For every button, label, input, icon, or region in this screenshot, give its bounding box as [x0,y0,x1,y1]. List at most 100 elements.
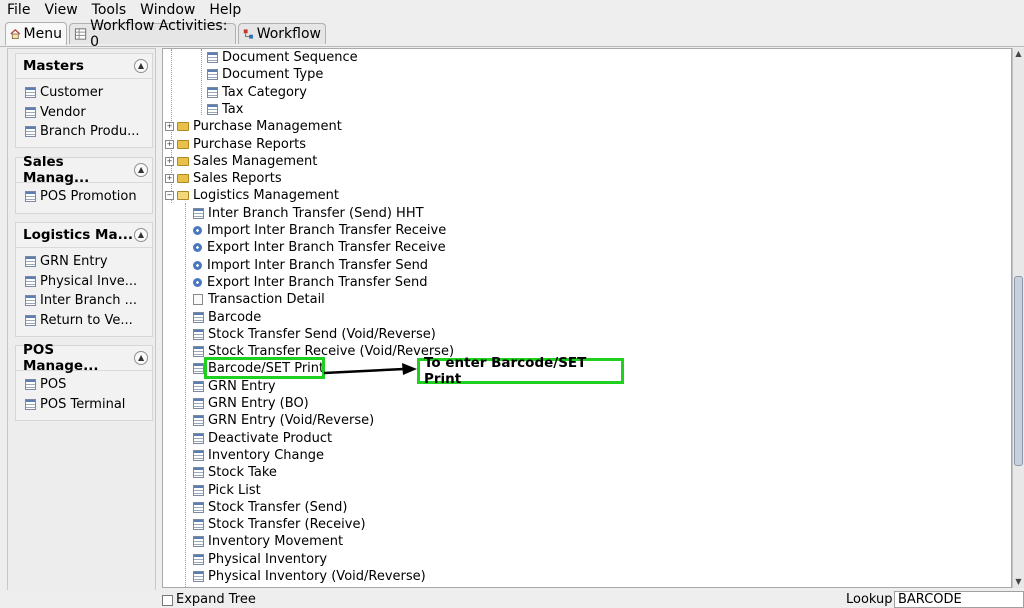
panel-title: Sales Manag... [23,154,90,186]
tree-folder[interactable]: − Logistics Management [165,187,339,204]
tree-folder[interactable]: + Sales Management [165,153,317,170]
tree-node[interactable]: Stock Transfer (Receive) [193,516,366,533]
document-icon [207,52,218,63]
expand-tree-checkbox[interactable] [162,595,173,606]
document-icon [193,328,204,340]
sidebar-item-customer[interactable]: Customer [16,83,152,103]
tab-workflow[interactable]: Workflow [238,23,326,44]
collapse-icon[interactable]: ▲ [134,163,148,177]
document-icon [193,415,204,427]
panel-header[interactable]: Masters ▲ [16,54,152,79]
sidebar-item-label: POS Terminal [40,396,126,412]
tab-menu-label: Menu [23,26,62,42]
tree-node[interactable]: Deactivate Product [193,430,332,447]
sidebar-item-label: POS Promotion [40,189,137,205]
sidebar-item-pos-terminal[interactable]: POS Terminal [16,395,152,415]
panel-header[interactable]: POS Manage... ▲ [16,342,152,374]
tree-node[interactable]: Physical Inventory [193,551,327,568]
sidebar-item-return-to-vendor[interactable]: Return to Ve... [16,311,152,331]
tree-node[interactable]: Barcode [193,309,261,326]
tree-node[interactable]: Document Type [207,66,323,83]
tree-node-label: Import Inter Branch Transfer Send [207,257,429,273]
document-icon [25,256,36,268]
tree-node-label: Purchase Management [193,119,342,135]
tree-node[interactable]: Inventory Movement [193,533,343,550]
sidebar-item-inter-branch[interactable]: Inter Branch ... [16,291,152,311]
tree-node[interactable]: Tax Category [207,84,307,101]
scroll-up-icon[interactable]: ▲ [1013,48,1024,60]
folder-icon [177,122,189,132]
highlight-box [204,357,325,379]
tree-node[interactable]: Document Sequence [207,49,358,66]
panel-header[interactable]: Logistics Ma... ▲ [16,223,152,248]
tree-node[interactable]: Physical Inventory (Void/Reverse) [193,568,426,585]
panel-header[interactable]: Sales Manag... ▲ [16,154,152,186]
tree-node[interactable]: Stock Transfer Send (Void/Reverse) [193,326,436,343]
collapse-tree-icon[interactable]: − [165,191,174,201]
tree-node[interactable]: Inter Branch Transfer (Send) HHT [193,205,424,222]
sidebar-item-vendor[interactable]: Vendor [16,103,152,123]
sidebar-item-label: Return to Ve... [40,313,133,329]
tree-node[interactable]: Stock Transfer (Send) [193,499,347,516]
tree-node-label: Tax [222,101,244,117]
tree-guide-line [185,203,186,587]
tree-folder[interactable]: + Purchase Management [165,118,342,135]
tree-node-label: Physical Inventory (Void/Reverse) [208,569,426,584]
tree-node-label: Inventory Movement [208,534,344,550]
tree-scrollbar[interactable]: ▲ ▼ [1012,48,1024,588]
document-icon [193,484,204,496]
scrollbar-thumb[interactable] [1014,276,1023,466]
document-icon [25,379,36,391]
sidebar-item-label: Physical Inve... [40,273,138,289]
sidebar-item-label: GRN Entry [40,254,108,270]
menu-file[interactable]: File [0,0,37,21]
document-icon [193,536,204,548]
tree-node-label: Import Inter Branch Transfer Receive [207,223,447,238]
sidebar-item-pos[interactable]: POS [16,375,152,395]
tree-node[interactable]: Inventory Change [193,447,324,464]
expand-icon[interactable]: + [165,156,174,166]
tab-menu[interactable]: Menu [5,22,67,45]
sidebar-item-branch-product[interactable]: Branch Produ... [16,122,152,142]
expand-icon[interactable]: + [165,122,174,132]
sidebar-item-label: Vendor [40,104,86,120]
tree-node-label: GRN Entry (BO) [208,396,309,411]
tree-folder[interactable]: + Sales Reports [165,170,282,187]
collapse-icon[interactable]: ▲ [134,351,148,365]
sidebar-item-grn-entry[interactable]: GRN Entry [16,252,152,272]
sidebar-item-physical-inventory[interactable]: Physical Inve... [16,272,152,292]
tree-node[interactable]: Pick List [193,482,261,499]
document-icon [207,69,218,81]
tree-node[interactable]: GRN Entry [193,378,276,395]
tree-node[interactable]: Import Inter Branch Transfer Receive [193,222,446,239]
tree-node[interactable]: Export Inter Branch Transfer Receive [193,239,446,256]
document-icon [193,571,204,582]
tab-workflow-activities[interactable]: Workflow Activities: 0 [69,18,236,50]
document-icon [193,467,204,479]
document-icon [193,207,204,219]
tree-node[interactable]: GRN Entry (Void/Reverse) [193,412,374,429]
scroll-down-icon[interactable]: ▼ [1013,576,1024,588]
collapse-icon[interactable]: ▲ [134,228,148,242]
tree-node[interactable]: Import Inter Branch Transfer Send [193,257,428,274]
tree-node[interactable]: Export Inter Branch Transfer Send [193,274,427,291]
tree-node-label: Export Inter Branch Transfer Receive [207,240,446,256]
document-icon [193,346,204,358]
tree-node-label: Inventory Change [208,447,324,463]
tree-node[interactable]: Transaction Detail [193,291,325,308]
panel-title: Logistics Ma... [23,227,133,243]
tree-node[interactable]: Stock Take [193,464,277,481]
sidebar-item-label: Inter Branch ... [40,293,138,309]
tab-bar: Menu Workflow Activities: 0 Workflow [0,18,1024,50]
panel-title: POS Manage... [23,342,99,374]
sidebar-item-pos-promotion[interactable]: POS Promotion [16,187,152,207]
expand-icon[interactable]: + [165,139,174,149]
expand-icon[interactable]: + [165,174,174,184]
menu-view[interactable]: View [37,0,84,21]
tree-guide-line [201,49,202,115]
collapse-icon[interactable]: ▲ [134,59,148,73]
lookup-input[interactable]: BARCODE [894,591,1024,608]
tree-node[interactable]: Tax [207,101,243,118]
tree-folder[interactable]: + Purchase Reports [165,136,306,153]
tree-node[interactable]: GRN Entry (BO) [193,395,309,412]
